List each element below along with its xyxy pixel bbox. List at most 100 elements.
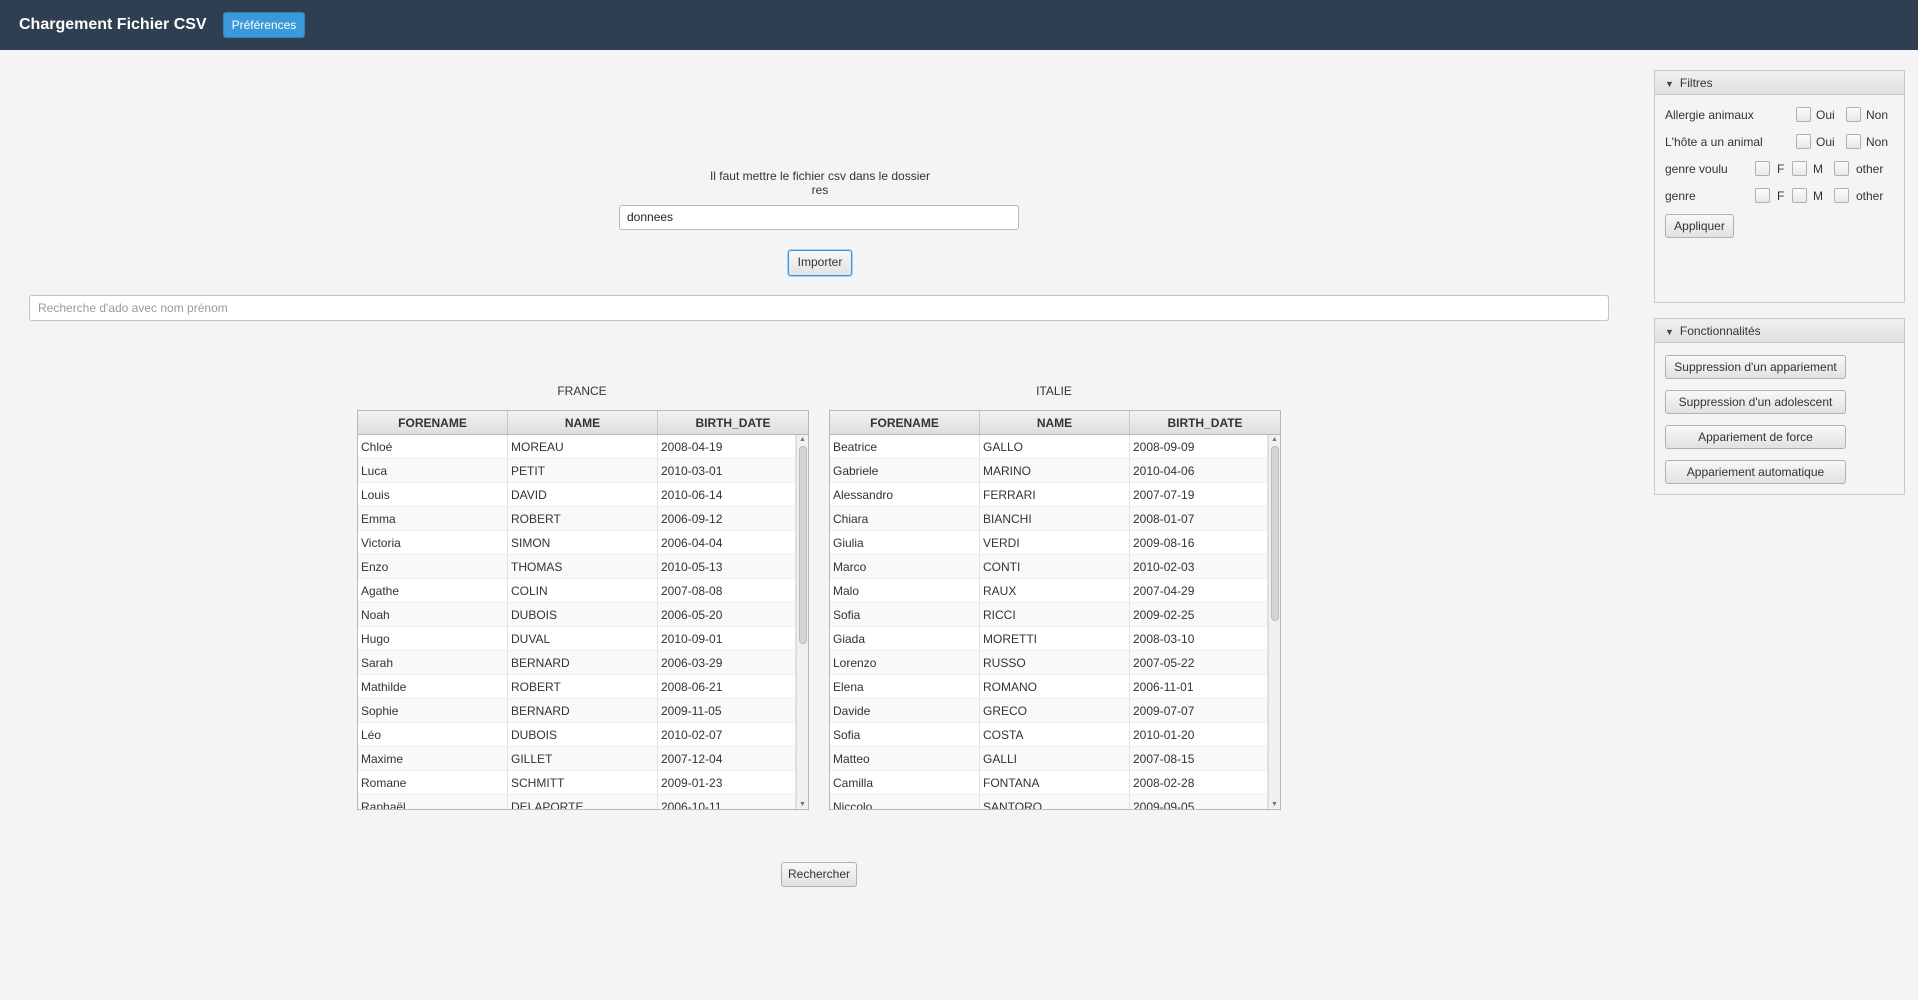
table-row[interactable]: Davide GRECO 2009-07-07 — [830, 699, 1280, 723]
cell-birth-date: 2010-01-20 — [1130, 723, 1268, 746]
table-row[interactable]: Romane SCHMITT 2009-01-23 — [358, 771, 808, 795]
cell-forename: Léo — [358, 723, 508, 746]
delete-teen-button[interactable]: Suppression d'un adolescent — [1665, 390, 1846, 414]
checkbox-m[interactable] — [1792, 188, 1807, 203]
cell-name: RICCI — [980, 603, 1130, 626]
france-table[interactable]: FORENAME NAME BIRTH_DATE Chloé MOREAU 2008… — [357, 410, 809, 810]
table-row[interactable]: Niccolo SANTORO 2009-09-05 — [830, 795, 1280, 809]
table-row[interactable]: Chloé MOREAU 2008-04-19 — [358, 435, 808, 459]
auto-pairing-button[interactable]: Appariement automatique — [1665, 460, 1846, 484]
table-row[interactable]: Sofia RICCI 2009-02-25 — [830, 603, 1280, 627]
table-row[interactable]: Sarah BERNARD 2006-03-29 — [358, 651, 808, 675]
table-row[interactable]: Victoria SIMON 2006-04-04 — [358, 531, 808, 555]
table-body: Chloé MOREAU 2008-04-19 Luca PETIT 2010-03-01… — [358, 435, 808, 809]
checkbox-f[interactable] — [1755, 188, 1770, 203]
column-header-birth-date[interactable]: BIRTH_DATE — [1130, 411, 1280, 434]
cell-birth-date: 2007-04-29 — [1130, 579, 1268, 602]
table-row[interactable]: Agathe COLIN 2007-08-08 — [358, 579, 808, 603]
cell-forename: Hugo — [358, 627, 508, 650]
table-row[interactable]: Sophie BERNARD 2009-11-05 — [358, 699, 808, 723]
cell-birth-date: 2007-05-22 — [1130, 651, 1268, 674]
cell-name: DAVID — [508, 483, 658, 506]
table-row[interactable]: Camilla FONTANA 2008-02-28 — [830, 771, 1280, 795]
table-row[interactable]: Louis DAVID 2010-06-14 — [358, 483, 808, 507]
table-row[interactable]: Malo RAUX 2007-04-29 — [830, 579, 1280, 603]
checkbox-label: Non — [1866, 108, 1889, 122]
cell-birth-date: 2009-09-05 — [1130, 795, 1268, 809]
preferences-button[interactable]: Préférences — [222, 12, 306, 38]
checkbox-oui[interactable] — [1796, 134, 1811, 149]
table-row[interactable]: Emma ROBERT 2006-09-12 — [358, 507, 808, 531]
column-header-name[interactable]: NAME — [980, 411, 1130, 434]
triangle-down-icon: ▼ — [1665, 327, 1674, 337]
checkbox-other[interactable] — [1834, 188, 1849, 203]
table-row[interactable]: Giulia VERDI 2009-08-16 — [830, 531, 1280, 555]
cell-name: DUBOIS — [508, 603, 658, 626]
table-row[interactable]: Mathilde ROBERT 2008-06-21 — [358, 675, 808, 699]
scroll-up-icon[interactable]: ▲ — [1269, 435, 1280, 445]
filter-row-genre-voulu: genre voulu F M other — [1665, 160, 1895, 178]
cell-name: COSTA — [980, 723, 1130, 746]
vertical-scrollbar[interactable]: ▲ ▼ — [796, 435, 808, 809]
checkbox-non[interactable] — [1846, 134, 1861, 149]
table-row[interactable]: Beatrice GALLO 2008-09-09 — [830, 435, 1280, 459]
checkbox-m[interactable] — [1792, 161, 1807, 176]
table-row[interactable]: Marco CONTI 2010-02-03 — [830, 555, 1280, 579]
table-row[interactable]: Maxime GILLET 2007-12-04 — [358, 747, 808, 771]
cell-forename: Sofia — [830, 603, 980, 626]
table-row[interactable]: Chiara BIANCHI 2008-01-07 — [830, 507, 1280, 531]
cell-forename: Giulia — [830, 531, 980, 554]
scroll-down-icon[interactable]: ▼ — [1269, 800, 1280, 809]
force-pairing-button[interactable]: Appariement de force — [1665, 425, 1846, 449]
cell-name: FONTANA — [980, 771, 1130, 794]
table-row[interactable]: Sofia COSTA 2010-01-20 — [830, 723, 1280, 747]
column-header-forename[interactable]: FORENAME — [830, 411, 980, 434]
file-name-input[interactable]: donnees — [619, 205, 1019, 230]
checkbox-oui[interactable] — [1796, 107, 1811, 122]
cell-forename: Davide — [830, 699, 980, 722]
cell-name: ROBERT — [508, 675, 658, 698]
checkbox-other[interactable] — [1834, 161, 1849, 176]
cell-birth-date: 2009-08-16 — [1130, 531, 1268, 554]
table-row[interactable]: Giada MORETTI 2008-03-10 — [830, 627, 1280, 651]
search-button[interactable]: Rechercher — [781, 862, 857, 887]
table-row[interactable]: Elena ROMANO 2006-11-01 — [830, 675, 1280, 699]
scroll-thumb[interactable] — [799, 446, 807, 644]
scroll-up-icon[interactable]: ▲ — [797, 435, 808, 445]
checkbox-f[interactable] — [1755, 161, 1770, 176]
filter-label: genre voulu — [1665, 162, 1728, 176]
delete-pairing-button[interactable]: Suppression d'un appariement — [1665, 355, 1846, 379]
vertical-scrollbar[interactable]: ▲ ▼ — [1268, 435, 1280, 809]
filters-panel-header[interactable]: ▼ Filtres — [1655, 71, 1904, 95]
table-row[interactable]: Gabriele MARINO 2010-04-06 — [830, 459, 1280, 483]
table-row[interactable]: Lorenzo RUSSO 2007-05-22 — [830, 651, 1280, 675]
checkbox-non[interactable] — [1846, 107, 1861, 122]
table-row[interactable]: Enzo THOMAS 2010-05-13 — [358, 555, 808, 579]
column-header-forename[interactable]: FORENAME — [358, 411, 508, 434]
checkbox-label: M — [1813, 189, 1823, 203]
cell-forename: Raphaël — [358, 795, 508, 809]
table-row[interactable]: Noah DUBOIS 2006-05-20 — [358, 603, 808, 627]
search-input[interactable]: Recherche d'ado avec nom prénom — [29, 295, 1609, 321]
triangle-down-icon: ▼ — [1665, 79, 1674, 89]
table-row[interactable]: Matteo GALLI 2007-08-15 — [830, 747, 1280, 771]
table-row[interactable]: Luca PETIT 2010-03-01 — [358, 459, 808, 483]
apply-filters-button[interactable]: Appliquer — [1665, 214, 1734, 238]
column-header-birth-date[interactable]: BIRTH_DATE — [658, 411, 808, 434]
scroll-down-icon[interactable]: ▼ — [797, 800, 808, 809]
scroll-thumb[interactable] — [1271, 446, 1279, 621]
table-row[interactable]: Raphaël DELAPORTE 2006-10-11 — [358, 795, 808, 809]
checkbox-label: Non — [1866, 135, 1889, 149]
italie-table[interactable]: FORENAME NAME BIRTH_DATE Beatrice GALLO 20… — [829, 410, 1281, 810]
cell-birth-date: 2006-03-29 — [658, 651, 796, 674]
import-button[interactable]: Importer — [788, 250, 852, 276]
table-row[interactable]: Léo DUBOIS 2010-02-07 — [358, 723, 808, 747]
cell-forename: Beatrice — [830, 435, 980, 458]
features-panel-header[interactable]: ▼ Fonctionnalités — [1655, 319, 1904, 343]
table-row[interactable]: Hugo DUVAL 2010-09-01 — [358, 627, 808, 651]
features-title: Fonctionnalités — [1679, 324, 1761, 338]
filters-panel: ▼ Filtres Allergie animaux Oui Non L'hôte… — [1654, 70, 1905, 303]
table-row[interactable]: Alessandro FERRARI 2007-07-19 — [830, 483, 1280, 507]
cell-birth-date: 2009-01-23 — [658, 771, 796, 794]
column-header-name[interactable]: NAME — [508, 411, 658, 434]
